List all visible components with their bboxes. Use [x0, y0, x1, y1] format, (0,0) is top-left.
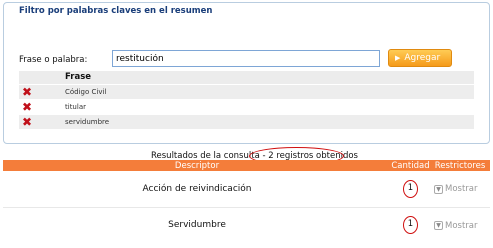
phrase-text: Código Civil [65, 83, 474, 99]
phrase-table: Frase ✖ Código Civil ✖ titular ✖ servidu… [19, 71, 474, 129]
expand-down-icon: ▼ [434, 184, 443, 194]
mostrar-label: Mostrar [445, 220, 478, 231]
delete-icon[interactable]: ✖ [22, 116, 32, 128]
arrow-right-icon: ▶ [395, 54, 401, 62]
mostrar-label: Mostrar [445, 184, 478, 194]
phrase-row: ✖ Código Civil [19, 83, 474, 99]
filter-title: Filtro por palabras claves en el resumen [19, 6, 213, 16]
header-cantidad: Cantidad [391, 160, 430, 171]
agregar-label: Agregar [404, 53, 441, 63]
results-table: Descriptor Cantidad Restrictores Acción … [3, 160, 490, 243]
mostrar-button[interactable]: ▼ Mostrar [434, 221, 478, 231]
table-row: Servidumbre 1 ▼ Mostrar [3, 207, 490, 243]
cantidad-value: 1 [403, 216, 418, 235]
frase-input[interactable] [112, 50, 380, 67]
descriptor-cell: Acción de reivindicación [3, 171, 391, 208]
phrase-text: servidumbre [65, 113, 474, 129]
phrase-text: titular [65, 98, 474, 114]
phrase-table-header: Frase [19, 71, 474, 84]
frase-label: Frase o palabra: [19, 55, 88, 65]
cantidad-value: 1 [403, 179, 418, 198]
header-descriptor: Descriptor [3, 160, 391, 171]
filter-panel: Filtro por palabras claves en el resumen… [3, 2, 490, 144]
delete-icon[interactable]: ✖ [22, 101, 32, 113]
mostrar-button[interactable]: ▼ Mostrar [434, 184, 478, 194]
phrase-row: ✖ titular [19, 98, 474, 114]
descriptor-cell: Servidumbre [3, 207, 391, 243]
delete-icon[interactable]: ✖ [22, 86, 32, 98]
agregar-button[interactable]: ▶ Agregar [388, 49, 452, 67]
expand-down-icon: ▼ [434, 221, 443, 230]
header-restrictores: Restrictores [430, 160, 490, 171]
table-row: Acción de reivindicación 1 ▼ Mostrar [3, 171, 490, 208]
phrase-row: ✖ servidumbre [19, 113, 474, 129]
